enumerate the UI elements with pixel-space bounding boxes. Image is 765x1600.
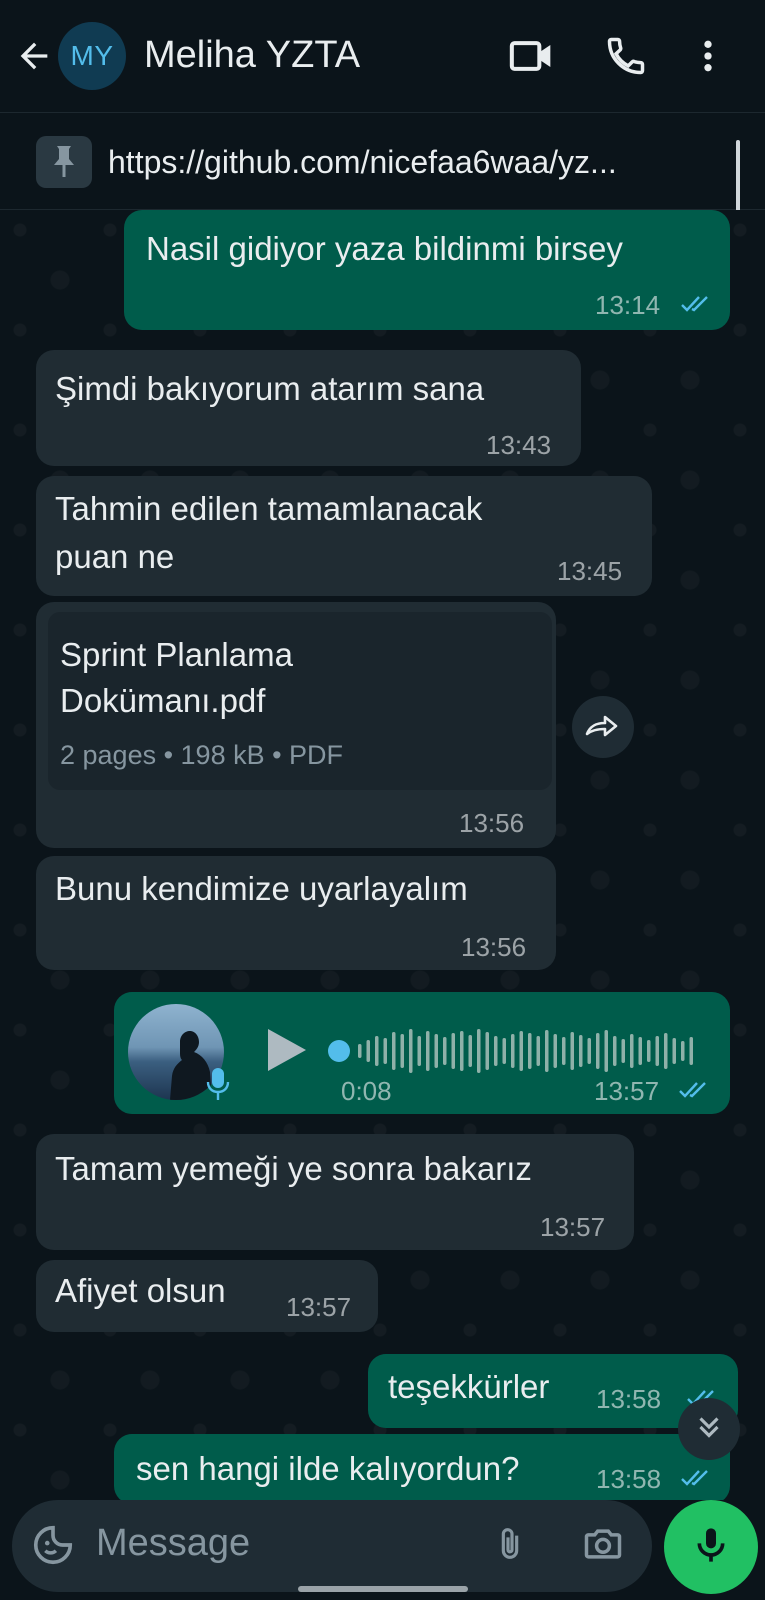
waveform-bar (630, 1034, 634, 1068)
camera-icon (580, 1529, 626, 1570)
waveform-bar (562, 1037, 566, 1065)
document-name-line: Dokümanı.pdf (60, 682, 266, 719)
document-meta: 2 pages • 198 kB • PDF (60, 740, 344, 770)
phone-icon (604, 34, 648, 78)
home-indicator (298, 1586, 468, 1592)
video-camera-icon (508, 34, 556, 78)
message-time: 13:56 (459, 808, 525, 838)
waveform-bar (689, 1037, 693, 1065)
play-button[interactable] (264, 1026, 310, 1079)
avatar[interactable]: MY (58, 22, 126, 90)
waveform-bar (434, 1034, 438, 1068)
attach-button[interactable] (490, 1520, 530, 1573)
waveform-bar (417, 1036, 421, 1066)
waveform-bar (392, 1032, 396, 1070)
waveform-bar (468, 1035, 472, 1067)
waveform-bar (383, 1038, 387, 1064)
waveform-bar (485, 1032, 489, 1070)
waveform-bar (443, 1037, 447, 1065)
message-text: teşekkürler (388, 1368, 550, 1405)
waveform-bar (494, 1036, 498, 1066)
voice-waveform[interactable] (356, 1022, 706, 1080)
message-text-line: Tahmin edilen tamamlanacak (55, 490, 483, 527)
microphone-badge-icon (204, 1064, 232, 1109)
read-ticks-icon (680, 292, 714, 321)
message-time: 13:58 (596, 1384, 662, 1414)
voice-duration: 0:08 (341, 1076, 392, 1106)
message-time: 13:56 (461, 932, 527, 962)
waveform-bar (655, 1036, 659, 1066)
video-call-button[interactable] (508, 34, 556, 78)
waveform-bar (477, 1029, 481, 1073)
more-vertical-icon (688, 34, 728, 78)
back-button[interactable] (14, 36, 54, 76)
arrow-left-icon (14, 36, 54, 76)
message-text: Tamam yemeği ye sonra bakarız (55, 1150, 532, 1187)
camera-button[interactable] (580, 1522, 626, 1571)
message-time: 13:58 (596, 1464, 662, 1494)
waveform-bar (451, 1033, 455, 1069)
waveform-bar (375, 1036, 379, 1066)
waveform-bar (426, 1031, 430, 1071)
waveform-bar (536, 1036, 540, 1066)
message-text: Afiyet olsun (55, 1272, 226, 1309)
waveform-bar (400, 1034, 404, 1068)
pinned-message-text[interactable]: https://github.com/nicefaa6waa/yz... (108, 144, 730, 181)
waveform-bar (545, 1030, 549, 1072)
emoji-button[interactable] (30, 1522, 76, 1573)
scroll-to-bottom-button[interactable] (678, 1398, 740, 1460)
waveform-bar (409, 1029, 413, 1073)
contact-name[interactable]: Meliha YZTA (144, 34, 360, 77)
waveform-bar (664, 1033, 668, 1069)
message-text: Nasil gidiyor yaza bildinmi birsey (146, 230, 623, 267)
waveform-bar (613, 1036, 617, 1066)
waveform-bar (638, 1037, 642, 1065)
waveform-bar (681, 1041, 685, 1061)
paperclip-icon (490, 1528, 530, 1572)
forward-icon (583, 710, 623, 745)
message-time: 13:57 (540, 1212, 606, 1242)
waveform-bar (553, 1034, 557, 1068)
waveform-bar (587, 1038, 591, 1064)
waveform-bar (570, 1032, 574, 1070)
microphone-icon (691, 1523, 731, 1572)
more-options-button[interactable] (688, 34, 728, 78)
message-time: 13:57 (594, 1076, 660, 1106)
message-text: sen hangi ilde kalıyordun? (136, 1450, 520, 1487)
waveform-bar (511, 1034, 515, 1068)
forward-button[interactable] (572, 696, 634, 758)
message-text: Şimdi bakıyorum atarım sana (55, 370, 485, 407)
voice-call-button[interactable] (604, 34, 648, 78)
avatar-initials: MY (70, 40, 114, 71)
waveform-bar (519, 1031, 523, 1071)
waveform-bar (502, 1038, 506, 1064)
waveform-bar (596, 1033, 600, 1069)
sticker-smiley-icon (30, 1525, 76, 1572)
waveform-bar (358, 1044, 362, 1058)
message-text-line: puan ne (55, 538, 175, 575)
waveform-bar (528, 1033, 532, 1069)
waveform-bar (621, 1039, 625, 1063)
waveform-bar (366, 1040, 370, 1062)
message-placeholder[interactable]: Message (96, 1522, 250, 1565)
voice-progress-knob[interactable] (328, 1040, 350, 1062)
document-name-line: Sprint Planlama (60, 636, 293, 673)
message-text: Bunu kendimize uyarlayalım (55, 870, 468, 907)
message-time: 13:45 (557, 556, 623, 586)
waveform-bar (604, 1030, 608, 1072)
pin-icon (36, 136, 92, 188)
waveform-bar (579, 1035, 583, 1067)
voice-record-button[interactable] (664, 1500, 758, 1594)
message-time: 13:14 (595, 290, 661, 320)
read-ticks-icon (680, 1466, 714, 1495)
waveform-bar (672, 1038, 676, 1064)
play-icon (264, 1029, 310, 1078)
waveform-bar (647, 1040, 651, 1062)
waveform-bar (460, 1031, 464, 1071)
double-chevron-down-icon (692, 1410, 726, 1449)
message-time: 13:43 (486, 430, 552, 460)
message-time: 13:57 (286, 1292, 352, 1322)
read-ticks-icon (678, 1078, 712, 1107)
